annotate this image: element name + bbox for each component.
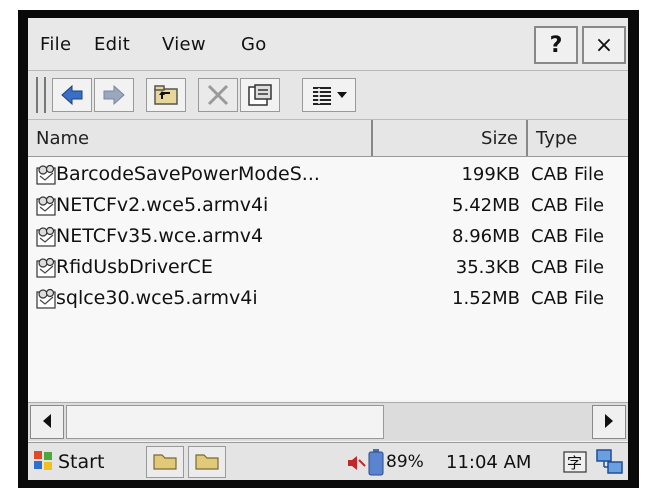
chevron-down-icon — [337, 91, 347, 99]
file-name: NETCFv35.wce.armv4 — [56, 225, 264, 247]
forward-arrow-icon — [102, 84, 126, 106]
scroll-thumb[interactable] — [66, 405, 384, 439]
column-name[interactable]: Name — [28, 120, 373, 156]
taskbar: Start 89% 11:04 AM 字 — [28, 442, 628, 480]
connectivity-icon[interactable] — [596, 448, 624, 480]
file-list: BarcodeSavePowerModeS... 199KB CAB File … — [28, 157, 628, 400]
lcd-display: File Edit View Go ? × Name Size Type Bar… — [28, 18, 628, 480]
column-size[interactable]: Size — [373, 120, 528, 156]
device-bezel: File Edit View Go ? × Name Size Type Bar… — [0, 0, 647, 495]
file-name: BarcodeSavePowerModeS... — [56, 163, 320, 185]
file-size: 8.96MB — [452, 226, 520, 247]
file-size: 5.42MB — [452, 195, 520, 216]
back-button[interactable] — [52, 78, 92, 112]
scroll-right-button[interactable] — [592, 405, 626, 439]
horizontal-scrollbar[interactable] — [28, 402, 628, 441]
column-header: Name Size Type — [28, 120, 628, 157]
clock[interactable]: 11:04 AM — [446, 452, 531, 473]
up-folder-icon — [153, 84, 179, 106]
file-name: NETCFv2.wce5.armv4i — [56, 194, 269, 216]
properties-icon — [247, 83, 273, 107]
menu-file[interactable]: File — [40, 34, 71, 55]
file-size: 199KB — [461, 164, 520, 185]
list-item[interactable]: NETCFv35.wce.armv4 8.96MB CAB File — [28, 221, 628, 252]
file-type: CAB File — [531, 164, 605, 185]
start-button[interactable]: Start — [32, 447, 132, 477]
list-item[interactable]: RfidUsbDriverCE 35.3KB CAB File — [28, 252, 628, 283]
file-type: CAB File — [531, 195, 605, 216]
list-item[interactable]: sqlce30.wce5.armv4i 1.52MB CAB File — [28, 283, 628, 314]
battery-icon[interactable] — [368, 448, 384, 480]
menu-view[interactable]: View — [162, 34, 206, 55]
back-arrow-icon — [60, 84, 84, 106]
windows-flag-icon — [32, 449, 54, 475]
details-view-icon — [311, 84, 333, 106]
device-screen-frame: File Edit View Go ? × Name Size Type Bar… — [18, 10, 639, 488]
file-type: CAB File — [531, 288, 605, 309]
properties-button[interactable] — [240, 78, 280, 112]
menu-bar: File Edit View Go ? × — [28, 18, 628, 71]
menu-edit[interactable]: Edit — [94, 34, 130, 55]
volume-muted-icon[interactable] — [346, 453, 366, 477]
folder-icon — [194, 449, 220, 475]
scroll-left-button[interactable] — [30, 405, 64, 439]
arrow-left-icon — [42, 413, 52, 432]
menu-go[interactable]: Go — [241, 34, 267, 55]
file-size: 1.52MB — [452, 288, 520, 309]
close-button[interactable]: × — [582, 26, 626, 64]
toolbar — [28, 71, 628, 120]
delete-button[interactable] — [198, 78, 238, 112]
file-name: sqlce30.wce5.armv4i — [56, 287, 258, 309]
delete-x-icon — [206, 83, 230, 107]
view-mode-dropdown[interactable] — [302, 78, 356, 112]
column-type[interactable]: Type — [528, 120, 628, 156]
up-folder-button[interactable] — [146, 78, 186, 112]
arrow-right-icon — [604, 413, 614, 432]
toolbar-grip[interactable] — [36, 77, 46, 113]
folder-icon — [152, 449, 178, 475]
forward-button[interactable] — [94, 78, 134, 112]
file-name: RfidUsbDriverCE — [56, 256, 213, 278]
file-size: 35.3KB — [455, 257, 520, 278]
svg-text:字: 字 — [567, 454, 582, 472]
battery-percent: 89% — [386, 452, 424, 472]
help-button[interactable]: ? — [534, 26, 578, 64]
list-item[interactable]: BarcodeSavePowerModeS... 199KB CAB File — [28, 159, 628, 190]
file-type: CAB File — [531, 257, 605, 278]
input-panel-icon[interactable]: 字 — [562, 449, 588, 479]
taskbar-window-button[interactable] — [188, 446, 226, 478]
file-type: CAB File — [531, 226, 605, 247]
taskbar-window-button[interactable] — [146, 446, 184, 478]
list-item[interactable]: NETCFv2.wce5.armv4i 5.42MB CAB File — [28, 190, 628, 221]
start-label: Start — [58, 451, 105, 473]
